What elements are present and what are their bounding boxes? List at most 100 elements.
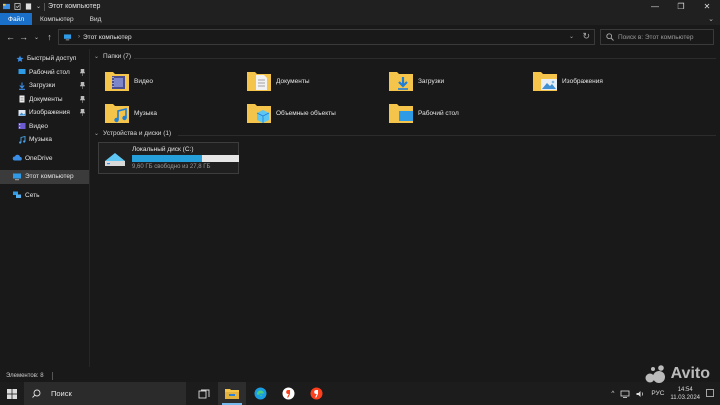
sidebar-item-music[interactable]: Музыка <box>0 133 89 147</box>
sidebar-item-network[interactable]: Сеть <box>0 189 89 203</box>
up-button[interactable]: ↑ <box>43 32 56 42</box>
refresh-button[interactable]: ↻ <box>582 31 590 42</box>
address-row: ← → ⌄ ↑ › Этот компьютер ⌄ ↻ <box>0 25 720 49</box>
folder-pictures[interactable]: Изображения <box>532 67 672 95</box>
tab-file[interactable]: Файл <box>0 13 32 25</box>
maximize-button[interactable]: ❐ <box>668 0 694 13</box>
avito-watermark: Avito <box>645 364 710 384</box>
yandex-taskbar-button[interactable] <box>302 382 330 405</box>
search-box[interactable] <box>600 29 714 45</box>
minimize-button[interactable]: — <box>642 0 668 13</box>
sidebar-item-pictures[interactable]: Изображения <box>0 106 89 120</box>
documents-folder-icon <box>247 72 271 91</box>
folder-desktop[interactable]: Рабочий стол <box>388 99 528 127</box>
search-icon <box>32 389 41 398</box>
volume-icon[interactable] <box>636 390 645 398</box>
start-button[interactable] <box>0 382 24 405</box>
drive-c[interactable]: Локальный диск (C:) 9,60 ГБ свободно из … <box>98 142 239 174</box>
drive-icon <box>105 153 125 166</box>
folder-music[interactable]: Музыка <box>104 99 244 127</box>
chevron-down-icon[interactable]: ⌄ <box>94 130 99 137</box>
sidebar-item-documents[interactable]: Документы <box>0 93 89 107</box>
file-explorer-taskbar-button[interactable] <box>218 382 246 405</box>
recent-locations-button[interactable]: ⌄ <box>30 34 43 41</box>
yandex-browser-taskbar-button[interactable] <box>274 382 302 405</box>
edge-icon <box>254 387 266 400</box>
sidebar-item-desktop[interactable]: Рабочий стол <box>0 66 89 80</box>
3d-objects-folder-icon <box>247 104 271 123</box>
pin-icon[interactable] <box>80 109 85 116</box>
forward-button[interactable]: → <box>17 32 30 42</box>
computer-icon <box>64 33 71 40</box>
sidebar-item-onedrive[interactable]: OneDrive <box>0 152 89 166</box>
computer-icon <box>13 173 21 180</box>
drive-info: Локальный диск (C:) 9,60 ГБ свободно из … <box>132 146 239 170</box>
clock-time: 14:54 <box>677 386 693 393</box>
sidebar-item-downloads[interactable]: Загрузки <box>0 79 89 93</box>
sidebar-item-label: Быстрый доступ <box>27 55 77 63</box>
explorer-app-icon[interactable] <box>3 3 10 10</box>
back-button[interactable]: ← <box>4 32 17 42</box>
pin-icon[interactable] <box>80 68 85 76</box>
sidebar-item-label: Музыка <box>29 136 52 144</box>
new-folder-icon[interactable] <box>25 3 32 10</box>
drives-group-header[interactable]: ⌄ Устройства и диски (1) <box>94 130 171 137</box>
music-folder-icon <box>105 104 129 123</box>
pictures-icon <box>18 109 26 116</box>
task-view-button[interactable] <box>190 382 218 405</box>
system-tray: ^ РУС 14:54 11.03.2024 <box>611 382 714 405</box>
quick-access-toolbar: ⌄ <box>0 3 41 10</box>
network-icon <box>13 191 21 199</box>
breadcrumb-chevron-icon[interactable]: › <box>78 34 80 40</box>
address-dropdown-icon[interactable]: ⌄ <box>569 33 574 40</box>
address-bar[interactable]: › Этот компьютер ⌄ ↻ <box>58 29 595 45</box>
title-bar: ⌄ Этот компьютер — ❐ ✕ <box>0 0 720 13</box>
search-icon <box>606 33 614 41</box>
pin-icon[interactable] <box>80 82 85 89</box>
folder-label: Музыка <box>134 109 157 117</box>
music-icon <box>19 135 26 144</box>
clock[interactable]: 14:54 11.03.2024 <box>670 386 700 402</box>
download-icon <box>19 82 25 90</box>
network-status-icon[interactable] <box>620 390 630 398</box>
items-count: Элементов: 8 <box>6 372 44 379</box>
drive-free-space: 9,60 ГБ свободно из 27,8 ГБ <box>132 164 211 170</box>
window-controls: — ❐ ✕ <box>642 0 720 13</box>
folder-label: Рабочий стол <box>418 109 459 117</box>
sidebar-item-quick-access[interactable]: Быстрый доступ <box>0 52 89 66</box>
expand-ribbon-icon[interactable]: ⌄ <box>708 15 714 23</box>
folder-label: Объемные объекты <box>276 109 336 117</box>
pin-icon[interactable] <box>80 95 85 103</box>
properties-icon[interactable] <box>14 3 21 10</box>
edge-taskbar-button[interactable] <box>246 382 274 405</box>
breadcrumb-this-pc[interactable]: Этот компьютер <box>83 34 132 41</box>
task-view-icon <box>198 389 210 398</box>
search-input[interactable] <box>618 33 713 41</box>
tab-computer[interactable]: Компьютер <box>32 13 82 25</box>
sidebar-item-label: Видео <box>29 122 48 130</box>
video-icon <box>18 123 26 130</box>
yandex-icon <box>310 387 322 400</box>
desktop-folder-icon <box>389 104 413 123</box>
language-indicator[interactable]: РУС <box>651 390 664 397</box>
tray-chevron-icon[interactable]: ^ <box>611 390 614 397</box>
folder-documents[interactable]: Документы <box>246 67 386 95</box>
notifications-icon[interactable] <box>706 389 714 398</box>
close-button[interactable]: ✕ <box>694 0 720 13</box>
qat-dropdown-icon[interactable]: ⌄ <box>36 3 41 10</box>
drives-group-title: Устройства и диски (1) <box>103 130 172 137</box>
ribbon-tabs: Файл Компьютер Вид ⌄ <box>0 13 720 25</box>
folder-downloads[interactable]: Загрузки <box>388 67 528 95</box>
chevron-down-icon[interactable]: ⌄ <box>94 53 99 60</box>
sidebar-item-label: Документы <box>29 95 63 103</box>
tab-view[interactable]: Вид <box>82 13 110 25</box>
sidebar-item-video[interactable]: Видео <box>0 120 89 134</box>
taskbar: Поиск ^ РУС 14:54 11.03.2024 <box>0 382 720 405</box>
sidebar-item-this-pc[interactable]: Этот компьютер <box>0 170 89 184</box>
folder-video[interactable]: Видео <box>104 67 244 95</box>
folder-label: Загрузки <box>418 77 445 85</box>
taskbar-search[interactable]: Поиск <box>24 382 186 405</box>
folder-label: Документы <box>276 77 310 85</box>
folders-group-header[interactable]: ⌄ Папки (7) <box>94 53 131 60</box>
folder-3d-objects[interactable]: Объемные объекты <box>246 99 386 127</box>
